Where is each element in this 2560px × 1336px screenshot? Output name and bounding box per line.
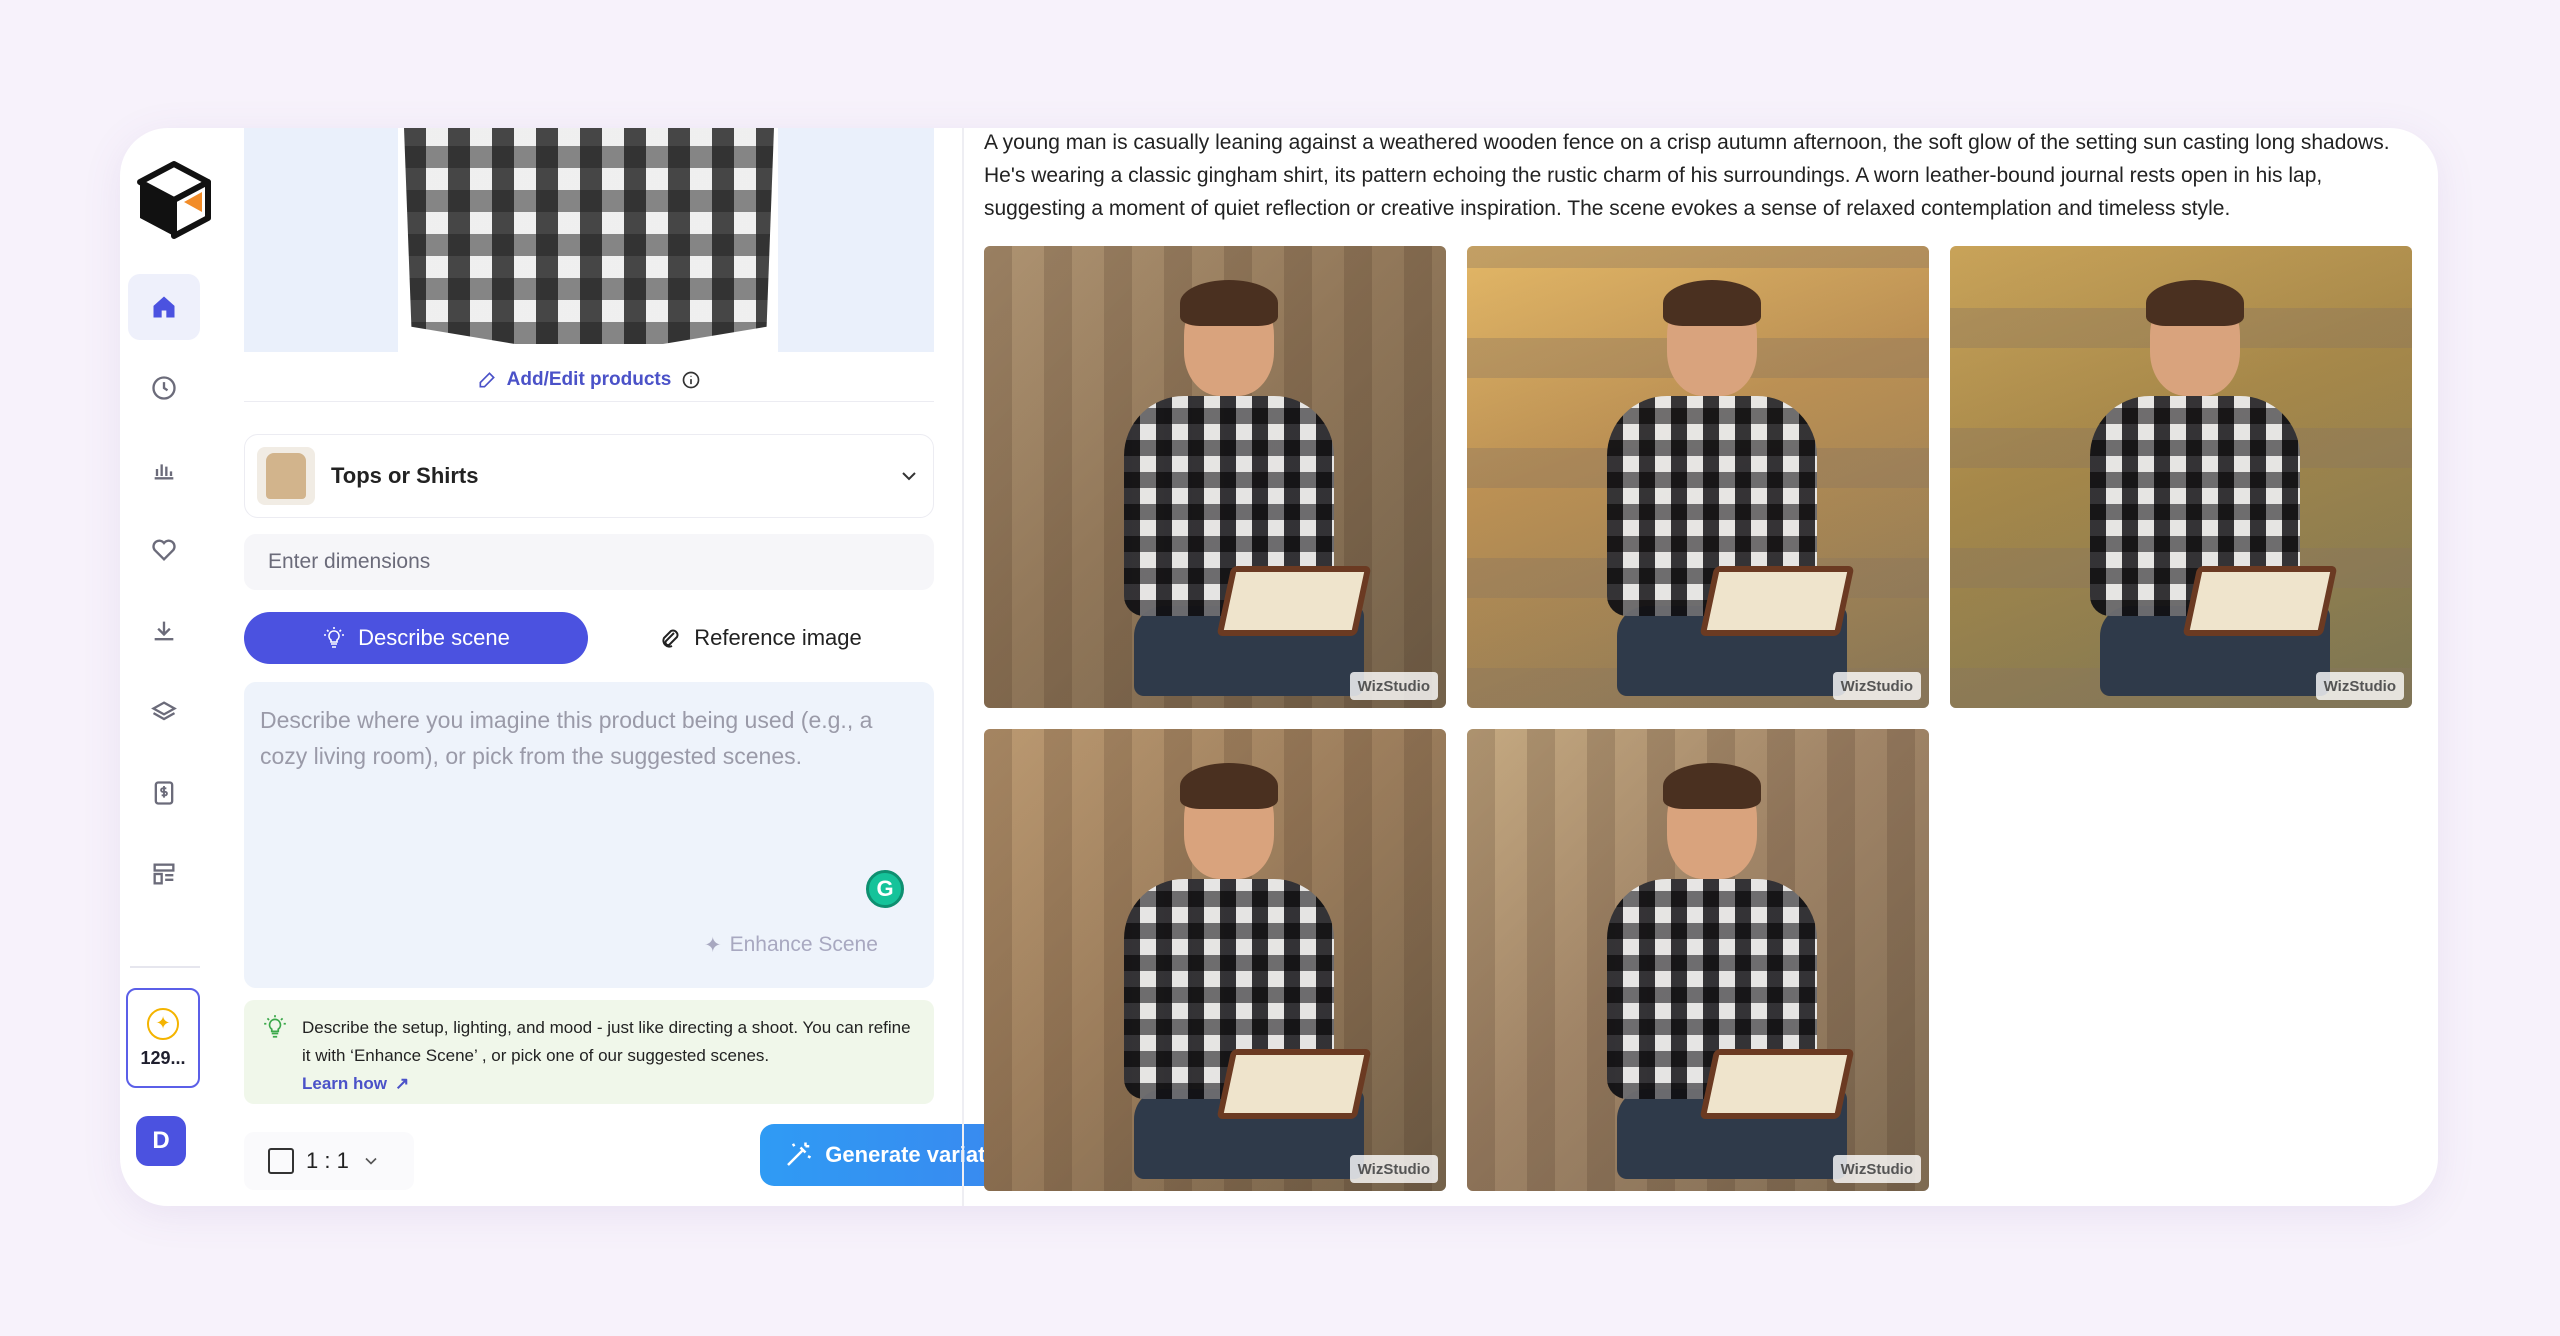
- generated-image[interactable]: WizStudio: [984, 729, 1446, 1191]
- enhance-scene-button[interactable]: ✦ Enhance Scene: [704, 928, 878, 962]
- sidebar-item-favorites[interactable]: [128, 517, 200, 583]
- chart-icon: [154, 464, 174, 480]
- dimensions-input[interactable]: [244, 534, 934, 590]
- aspect-ratio-select[interactable]: 1 : 1: [244, 1132, 414, 1190]
- generation-panel: Add/Edit products Tops or Shirts Describ…: [244, 128, 1054, 1206]
- info-icon[interactable]: [681, 370, 701, 390]
- dollar-doc-icon: [154, 781, 174, 805]
- sidebar-item-templates[interactable]: [128, 841, 200, 907]
- app-window: ✦ 129... D Add/Edit products Tops or Shi…: [120, 128, 2438, 1206]
- generated-image[interactable]: WizStudio: [1467, 246, 1929, 708]
- sidebar-divider: [130, 966, 200, 968]
- sidebar-item-downloads[interactable]: [128, 598, 200, 664]
- add-edit-label: Add/Edit products: [506, 368, 672, 390]
- external-link-icon: ↗: [395, 1074, 410, 1093]
- tab-describe-scene[interactable]: Describe scene: [244, 612, 588, 664]
- chevron-down-icon: [902, 472, 916, 481]
- layers-icon: [151, 701, 177, 721]
- home-icon: [153, 296, 175, 318]
- enhance-scene-label: Enhance Scene: [729, 933, 878, 956]
- scene-hint: Describe the setup, lighting, and mood -…: [244, 1000, 934, 1104]
- sidebar-item-layers[interactable]: [128, 679, 200, 745]
- category-select[interactable]: Tops or Shirts: [244, 434, 934, 518]
- download-icon: [154, 621, 174, 641]
- add-edit-products-link[interactable]: Add/Edit products: [244, 358, 934, 402]
- watermark: WizStudio: [1832, 1155, 1921, 1183]
- sidebar-item-billing[interactable]: [128, 760, 200, 826]
- category-label: Tops or Shirts: [331, 463, 479, 488]
- tab-reference-image-label: Reference image: [694, 625, 862, 650]
- watermark: WizStudio: [1349, 672, 1438, 700]
- sidebar-item-home[interactable]: [128, 274, 200, 340]
- generated-image[interactable]: WizStudio: [1950, 246, 2412, 708]
- product-preview: [244, 128, 934, 352]
- gingham-shirt-image: [404, 128, 774, 344]
- paperclip-icon: [662, 629, 679, 648]
- tab-reference-image[interactable]: Reference image: [588, 612, 932, 664]
- template-icon: [153, 863, 175, 885]
- sidebar: ✦ 129... D: [120, 128, 242, 1206]
- tab-describe-scene-label: Describe scene: [358, 625, 510, 650]
- coin-icon: ✦: [147, 1007, 179, 1040]
- credits-badge[interactable]: ✦ 129...: [126, 988, 200, 1088]
- cube-logo-icon: [137, 161, 211, 239]
- scene-description-box: G ✦ Enhance Scene: [244, 682, 934, 988]
- watermark: WizStudio: [1832, 672, 1921, 700]
- scene-mode-tabs: Describe scene Reference image: [244, 612, 934, 666]
- generated-image[interactable]: WizStudio: [1467, 729, 1929, 1191]
- grammarly-icon[interactable]: G: [866, 870, 904, 908]
- watermark: WizStudio: [1349, 1155, 1438, 1183]
- lightbulb-icon: [324, 627, 345, 648]
- clock-icon: [152, 376, 176, 400]
- avatar[interactable]: D: [136, 1116, 186, 1166]
- product-image: [398, 128, 778, 352]
- category-thumbnail: [257, 447, 315, 505]
- scene-description-text: A young man is casually leaning against …: [984, 131, 2390, 220]
- hint-text: Describe the setup, lighting, and mood -…: [302, 1018, 911, 1065]
- learn-how-label: Learn how: [302, 1074, 388, 1093]
- credits-count: 129...: [140, 1047, 186, 1068]
- lightbulb-icon: [264, 1015, 286, 1038]
- aspect-ratio-label: 1 : 1: [306, 1148, 349, 1173]
- app-logo[interactable]: [132, 156, 216, 240]
- heart-icon: [152, 539, 176, 561]
- scene-description-input[interactable]: [244, 682, 934, 922]
- magic-wand-icon: [787, 1142, 812, 1166]
- edit-icon: [479, 371, 495, 387]
- learn-how-link[interactable]: Learn how ↗: [302, 1070, 409, 1098]
- sidebar-item-analytics[interactable]: [128, 436, 200, 502]
- sidebar-item-history[interactable]: [128, 355, 200, 421]
- panel-divider: [962, 128, 964, 1206]
- square-ratio-icon: [268, 1148, 294, 1174]
- sparkle-icon: ✦: [704, 933, 722, 957]
- generated-image[interactable]: WizStudio: [984, 246, 1446, 708]
- chevron-down-icon: [365, 1157, 377, 1165]
- results-area: A young man is casually leaning against …: [984, 128, 2424, 1206]
- watermark: WizStudio: [2315, 672, 2404, 700]
